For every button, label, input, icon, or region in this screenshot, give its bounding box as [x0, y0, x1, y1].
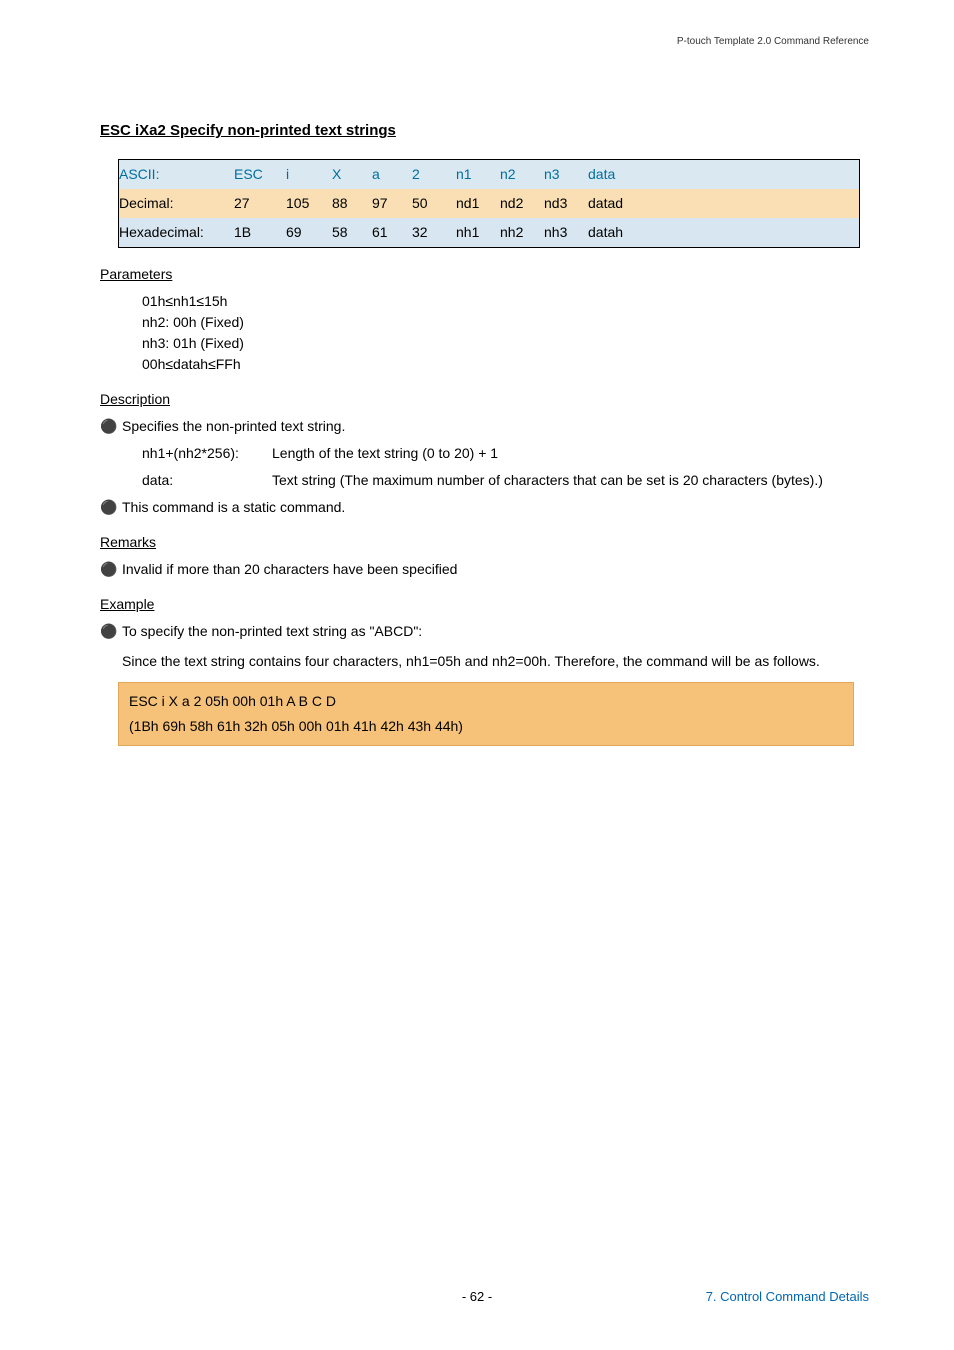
- cell: nd2: [500, 189, 544, 218]
- bullet-item: ⚫ This command is a static command.: [100, 497, 869, 518]
- bullet-icon: ⚫: [100, 416, 122, 437]
- cell: nh2: [500, 218, 544, 247]
- cell: n3: [544, 160, 588, 189]
- definition-list: nh1+(nh2*256): Length of the text string…: [142, 443, 869, 491]
- cell: nh3: [544, 218, 588, 247]
- cell: 2: [412, 160, 456, 189]
- cell: n1: [456, 160, 500, 189]
- cell: a: [372, 160, 412, 189]
- cell: data: [588, 160, 648, 189]
- code-example-box: ESC i X a 2 05h 00h 01h A B C D (1Bh 69h…: [118, 682, 854, 746]
- cell-label: Hexadecimal:: [119, 218, 234, 247]
- footer-section: 7. Control Command Details: [706, 1287, 869, 1307]
- param-line: 00h≤datah≤FFh: [142, 354, 869, 375]
- cell: n2: [500, 160, 544, 189]
- cell: nd3: [544, 189, 588, 218]
- bullet-item: ⚫ Invalid if more than 20 characters hav…: [100, 559, 869, 580]
- bullet-icon: ⚫: [100, 621, 122, 675]
- bullet-icon: ⚫: [100, 559, 122, 580]
- cell: 58: [332, 218, 372, 247]
- bullet-item: ⚫ To specify the non-printed text string…: [100, 621, 869, 675]
- param-line: 01h≤nh1≤15h: [142, 291, 869, 312]
- bullet-text: This command is a static command.: [122, 497, 869, 518]
- section-heading-remarks: Remarks: [100, 532, 869, 553]
- header-doc-ref: P-touch Template 2.0 Command Reference: [677, 34, 869, 49]
- content: ESC iXa2 Specify non-printed text string…: [100, 120, 869, 746]
- param-line: nh3: 01h (Fixed): [142, 333, 869, 354]
- cell: nd1: [456, 189, 500, 218]
- def-key: data:: [142, 470, 262, 491]
- cell-label: ASCII:: [119, 160, 234, 189]
- cell: X: [332, 160, 372, 189]
- cell: i: [286, 160, 332, 189]
- bullet-text: Specifies the non-printed text string.: [122, 416, 869, 437]
- ascii-table: ASCII: ESC i X a 2 n1 n2 n3 data Decimal…: [118, 159, 860, 248]
- cell: 50: [412, 189, 456, 218]
- page-title: ESC iXa2 Specify non-printed text string…: [100, 120, 869, 143]
- cell-label: Decimal:: [119, 189, 234, 218]
- bullet-text: Invalid if more than 20 characters have …: [122, 559, 869, 580]
- table-row: Hexadecimal: 1B 69 58 61 32 nh1 nh2 nh3 …: [119, 218, 859, 247]
- cell: 88: [332, 189, 372, 218]
- cell: 27: [234, 189, 286, 218]
- cell: 97: [372, 189, 412, 218]
- cell: 32: [412, 218, 456, 247]
- cell: 69: [286, 218, 332, 247]
- def-val: Text string (The maximum number of chara…: [272, 470, 869, 491]
- section-heading-example: Example: [100, 594, 869, 615]
- cell: datah: [588, 218, 648, 247]
- example-paragraph: Since the text string contains four char…: [122, 648, 869, 675]
- cell: 61: [372, 218, 412, 247]
- bullet-icon: ⚫: [100, 497, 122, 518]
- cell: nh1: [456, 218, 500, 247]
- cell: 105: [286, 189, 332, 218]
- page: P-touch Template 2.0 Command Reference E…: [0, 0, 954, 1350]
- cell: ESC: [234, 160, 286, 189]
- cell: datad: [588, 189, 648, 218]
- code-line: ESC i X a 2 05h 00h 01h A B C D: [129, 689, 843, 714]
- def-key: nh1+(nh2*256):: [142, 443, 262, 464]
- bullet-text: To specify the non-printed text string a…: [122, 621, 869, 675]
- table-row: Decimal: 27 105 88 97 50 nd1 nd2 nd3 dat…: [119, 189, 859, 218]
- section-heading-parameters: Parameters: [100, 264, 869, 285]
- code-line: (1Bh 69h 58h 61h 32h 05h 00h 01h 41h 42h…: [129, 714, 843, 739]
- bullet-item: ⚫ Specifies the non-printed text string.: [100, 416, 869, 437]
- section-heading-description: Description: [100, 389, 869, 410]
- cell: 1B: [234, 218, 286, 247]
- bullet-lead: To specify the non-printed text string a…: [122, 623, 422, 639]
- table-row: ASCII: ESC i X a 2 n1 n2 n3 data: [119, 160, 859, 189]
- def-val: Length of the text string (0 to 20) + 1: [272, 443, 869, 464]
- param-line: nh2: 00h (Fixed): [142, 312, 869, 333]
